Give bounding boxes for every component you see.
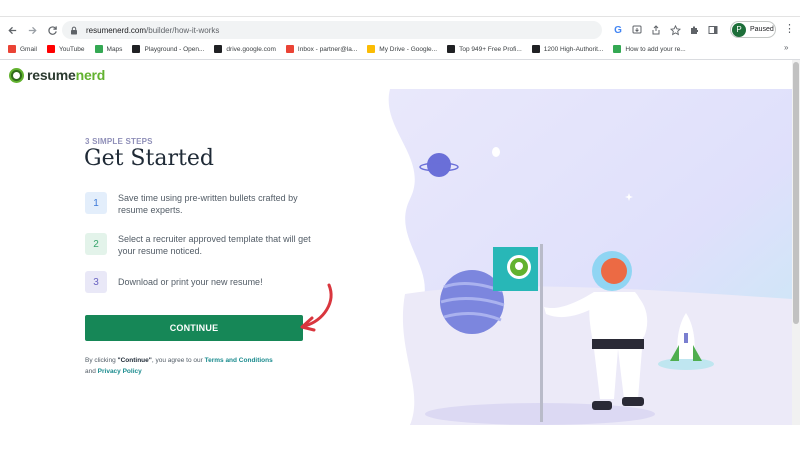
logo-word-nerd: nerd: [75, 67, 106, 83]
bookmark-item[interactable]: Maps: [94, 45, 123, 53]
bookmark-item[interactable]: 1200 High-Authorit...: [531, 45, 604, 53]
extensions-icon[interactable]: [688, 24, 700, 36]
url-text: resumenerd.com/builder/how-it-works: [86, 26, 219, 35]
google-g-icon[interactable]: G: [612, 24, 624, 36]
install-app-icon[interactable]: [631, 24, 643, 36]
step-3: 3 Download or print your new resume!: [85, 271, 314, 293]
menu-kebab-icon[interactable]: ⋮: [784, 22, 795, 35]
bookmark-item[interactable]: How to add your re...: [613, 45, 686, 53]
bookmark-label: Inbox - partner@la...: [297, 45, 358, 53]
profile-status: Paused: [750, 26, 774, 33]
profile-button[interactable]: P Paused: [730, 21, 776, 38]
bookmark-item[interactable]: Inbox - partner@la...: [285, 45, 358, 53]
bookmark-favicon-icon: [94, 45, 103, 53]
logo-wordmark: resumenerd: [27, 67, 105, 83]
logo-word-resume: resume: [27, 67, 76, 83]
bookmark-label: My Drive - Google...: [379, 45, 438, 53]
bookmark-favicon-icon: [132, 45, 141, 53]
bookmark-label: 1200 High-Authorit...: [543, 45, 604, 53]
page-title: Get Started: [84, 146, 214, 171]
bookmarks-overflow-icon[interactable]: »: [784, 43, 788, 52]
bookmark-label: drive.google.com: [226, 45, 276, 53]
legal-prefix: By clicking: [85, 357, 118, 364]
share-icon[interactable]: [650, 24, 662, 36]
step-number: 3: [85, 271, 107, 293]
step-2: 2 Select a recruiter approved template t…: [85, 233, 314, 257]
legal-middle: , you agree to our: [151, 357, 205, 364]
bookmark-label: Gmail: [20, 45, 37, 53]
step-number: 1: [85, 192, 107, 214]
bookmark-label: How to add your re...: [625, 45, 686, 53]
logo-mark-icon: [9, 67, 24, 83]
bookmark-label: Maps: [106, 45, 123, 53]
bookmark-item[interactable]: drive.google.com: [214, 45, 276, 53]
scrollbar[interactable]: [792, 60, 800, 425]
moon-rock: [492, 147, 500, 157]
step-text: Select a recruiter approved template tha…: [118, 234, 311, 256]
bookmark-item[interactable]: My Drive - Google...: [367, 45, 437, 53]
page-content: resumenerd 3 SIMPLE STEPS Get Started 1 …: [0, 60, 792, 425]
url-host: resumenerd.com: [86, 25, 147, 35]
bookmark-favicon-icon: [214, 45, 223, 53]
step-1: 1 Save time using pre-written bullets cr…: [85, 192, 314, 216]
browser-chrome: resumenerd.com/builder/how-it-works G P …: [0, 0, 800, 60]
legal-bold: "Continue": [117, 357, 152, 364]
scrollbar-thumb[interactable]: [793, 62, 799, 324]
url-path: /builder/how-it-works: [146, 25, 220, 35]
avatar: P: [732, 22, 746, 37]
bookmark-favicon-icon: [447, 45, 456, 53]
bookmark-label: YouTube: [58, 45, 85, 53]
star-icon[interactable]: [669, 24, 681, 36]
bookmark-item[interactable]: Playground - Open...: [132, 45, 204, 53]
bookmark-favicon-icon: [613, 45, 622, 53]
bookmark-favicon-icon: [8, 45, 16, 53]
bookmark-favicon-icon: [285, 45, 294, 53]
address-bar[interactable]: resumenerd.com/builder/how-it-works: [62, 21, 602, 39]
privacy-link[interactable]: Privacy Policy: [98, 368, 142, 375]
forward-arrow-icon[interactable]: [24, 22, 40, 38]
astronaut-illustration: [388, 89, 792, 425]
legal-and: and: [85, 368, 98, 375]
legal-text: By clicking "Continue", you agree to our…: [85, 355, 315, 377]
steps-eyebrow: 3 SIMPLE STEPS: [85, 137, 153, 146]
bookmark-item[interactable]: Gmail: [8, 45, 37, 53]
step-text: Download or print your new resume!: [118, 277, 263, 287]
bookmark-label: Top 949+ Free Profi...: [459, 45, 522, 53]
step-number: 2: [85, 233, 107, 255]
lock-icon: [70, 26, 79, 35]
side-panel-icon[interactable]: [707, 24, 719, 36]
below-viewport: [0, 425, 800, 449]
bookmark-favicon-icon: [367, 45, 376, 53]
bookmark-favicon-icon: [531, 45, 540, 53]
toolbar-icons: G: [612, 21, 719, 39]
bookmark-favicon-icon: [46, 45, 55, 53]
tab-strip-divider: [0, 16, 800, 17]
bookmark-item[interactable]: YouTube: [46, 45, 85, 53]
reload-icon[interactable]: [44, 22, 60, 38]
bookmarks-bar: Gmail YouTube Maps Playground - Open... driv…: [0, 41, 800, 57]
bookmark-label: Playground - Open...: [144, 45, 205, 53]
resumenerd-logo[interactable]: resumenerd: [9, 67, 105, 83]
pointer-arrow-icon: [300, 283, 333, 332]
terms-link[interactable]: Terms and Conditions: [205, 357, 273, 364]
back-arrow-icon[interactable]: [4, 22, 20, 38]
continue-button[interactable]: CONTINUE: [85, 315, 303, 341]
step-text: Save time using pre-written bullets craf…: [118, 193, 298, 215]
bookmark-item[interactable]: Top 949+ Free Profi...: [447, 45, 522, 53]
